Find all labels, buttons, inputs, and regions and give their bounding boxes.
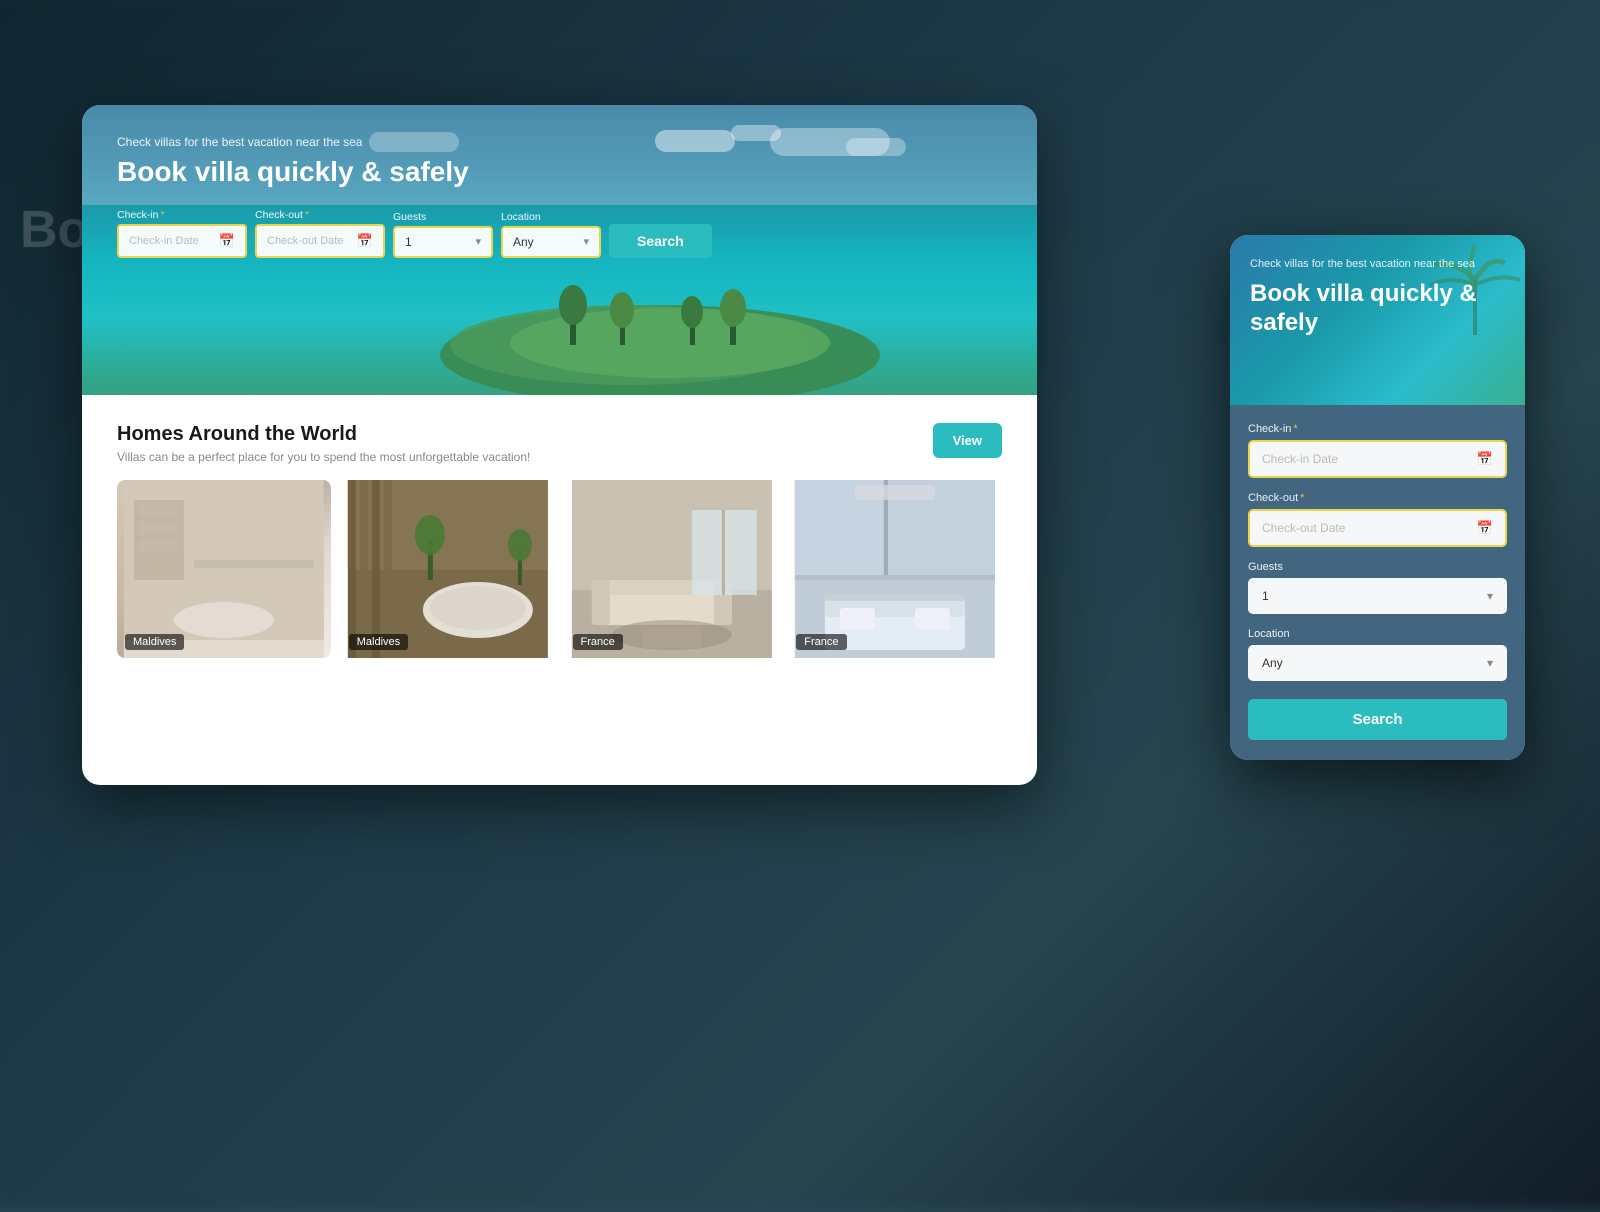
villa-card-2[interactable]: Maldives [341, 480, 555, 658]
calendar-icon: 📅 [219, 233, 235, 249]
guests-select[interactable]: 1 ▾ [393, 226, 493, 258]
mobile-hero-title: Book villa quickly & safely [1250, 280, 1505, 338]
view-all-button[interactable]: View [933, 423, 1002, 458]
location-select[interactable]: Any ▾ [501, 226, 601, 258]
search-bar: Check-in* Check-in Date 📅 Check-out* Che… [117, 209, 1002, 258]
mobile-guests-value: 1 [1262, 589, 1269, 603]
section-info: Homes Around the World Villas can be a p… [117, 423, 530, 464]
checkout-label: Check-out* [255, 209, 385, 221]
guests-field: Guests 1 ▾ [393, 211, 493, 258]
villa-4-label: France [796, 634, 846, 650]
hero-section: Check villas for the best vacation near … [82, 105, 1037, 395]
villa-grid: Maldives [117, 480, 1002, 658]
mobile-checkout-label: Check-out* [1248, 492, 1507, 504]
villa-3-label: France [573, 634, 623, 650]
mobile-checkout-field: Check-out* Check-out Date 📅 [1248, 492, 1507, 547]
checkout-input[interactable]: Check-out Date 📅 [255, 224, 385, 258]
checkin-input[interactable]: Check-in Date 📅 [117, 224, 247, 258]
villa-1-label: Maldives [125, 634, 184, 650]
mobile-checkin-placeholder: Check-in Date [1262, 452, 1338, 466]
bg-decorative-text: Bo [20, 200, 89, 260]
mobile-checkin-field: Check-in* Check-in Date 📅 [1248, 423, 1507, 478]
mobile-location-value: Any [1262, 656, 1283, 670]
checkin-field: Check-in* Check-in Date 📅 [117, 209, 247, 258]
mobile-checkout-placeholder: Check-out Date [1262, 521, 1345, 535]
section-subtitle: Villas can be a perfect place for you to… [117, 450, 530, 464]
hero-title: Book villa quickly & safely [117, 155, 497, 189]
guests-value: 1 [405, 235, 412, 249]
section-header: Homes Around the World Villas can be a p… [117, 423, 1002, 464]
lower-section: Homes Around the World Villas can be a p… [82, 395, 1037, 686]
villa-card-1[interactable]: Maldives [117, 480, 331, 658]
chevron-down-icon-mobile: ▾ [1487, 589, 1493, 603]
hero-content: Check villas for the best vacation near … [82, 105, 1037, 395]
mobile-location-field: Location Any ▾ [1248, 628, 1507, 681]
mobile-form: Check-in* Check-in Date 📅 Check-out* Che… [1230, 405, 1525, 760]
mobile-checkout-input[interactable]: Check-out Date 📅 [1248, 509, 1507, 547]
mobile-location-select[interactable]: Any ▾ [1248, 645, 1507, 681]
section-title: Homes Around the World [117, 423, 530, 446]
hero-subtitle: Check villas for the best vacation near … [117, 135, 1002, 149]
villa-2-label: Maldives [349, 634, 408, 650]
chevron-down-icon: ▾ [475, 235, 481, 248]
chevron-down-icon-mobile-2: ▾ [1487, 656, 1493, 670]
calendar-icon-mobile: 📅 [1477, 451, 1493, 467]
mobile-location-label: Location [1248, 628, 1507, 640]
mobile-card: Check villas for the best vacation near … [1230, 235, 1525, 760]
mobile-guests-field: Guests 1 ▾ [1248, 561, 1507, 614]
mobile-checkin-label: Check-in* [1248, 423, 1507, 435]
checkout-placeholder: Check-out Date [267, 235, 343, 247]
location-field: Location Any ▾ [501, 211, 601, 258]
mobile-guests-select[interactable]: 1 ▾ [1248, 578, 1507, 614]
mobile-guests-label: Guests [1248, 561, 1507, 573]
villa-card-3[interactable]: France [565, 480, 779, 658]
mobile-hero: Check villas for the best vacation near … [1230, 235, 1525, 405]
main-desktop-card: Check villas for the best vacation near … [82, 105, 1037, 785]
location-value: Any [513, 235, 534, 249]
checkout-field: Check-out* Check-out Date 📅 [255, 209, 385, 258]
checkin-placeholder: Check-in Date [129, 235, 199, 247]
mobile-hero-subtitle: Check villas for the best vacation near … [1250, 257, 1505, 272]
villa-card-4[interactable]: France [788, 480, 1002, 658]
chevron-down-icon-2: ▾ [583, 235, 589, 248]
search-button[interactable]: Search [609, 224, 712, 258]
checkin-label: Check-in* [117, 209, 247, 221]
calendar-icon-2: 📅 [357, 233, 373, 249]
mobile-search-button[interactable]: Search [1248, 699, 1507, 740]
mobile-checkin-input[interactable]: Check-in Date 📅 [1248, 440, 1507, 478]
calendar-icon-mobile-2: 📅 [1477, 520, 1493, 536]
guests-label: Guests [393, 211, 493, 223]
location-label: Location [501, 211, 601, 223]
